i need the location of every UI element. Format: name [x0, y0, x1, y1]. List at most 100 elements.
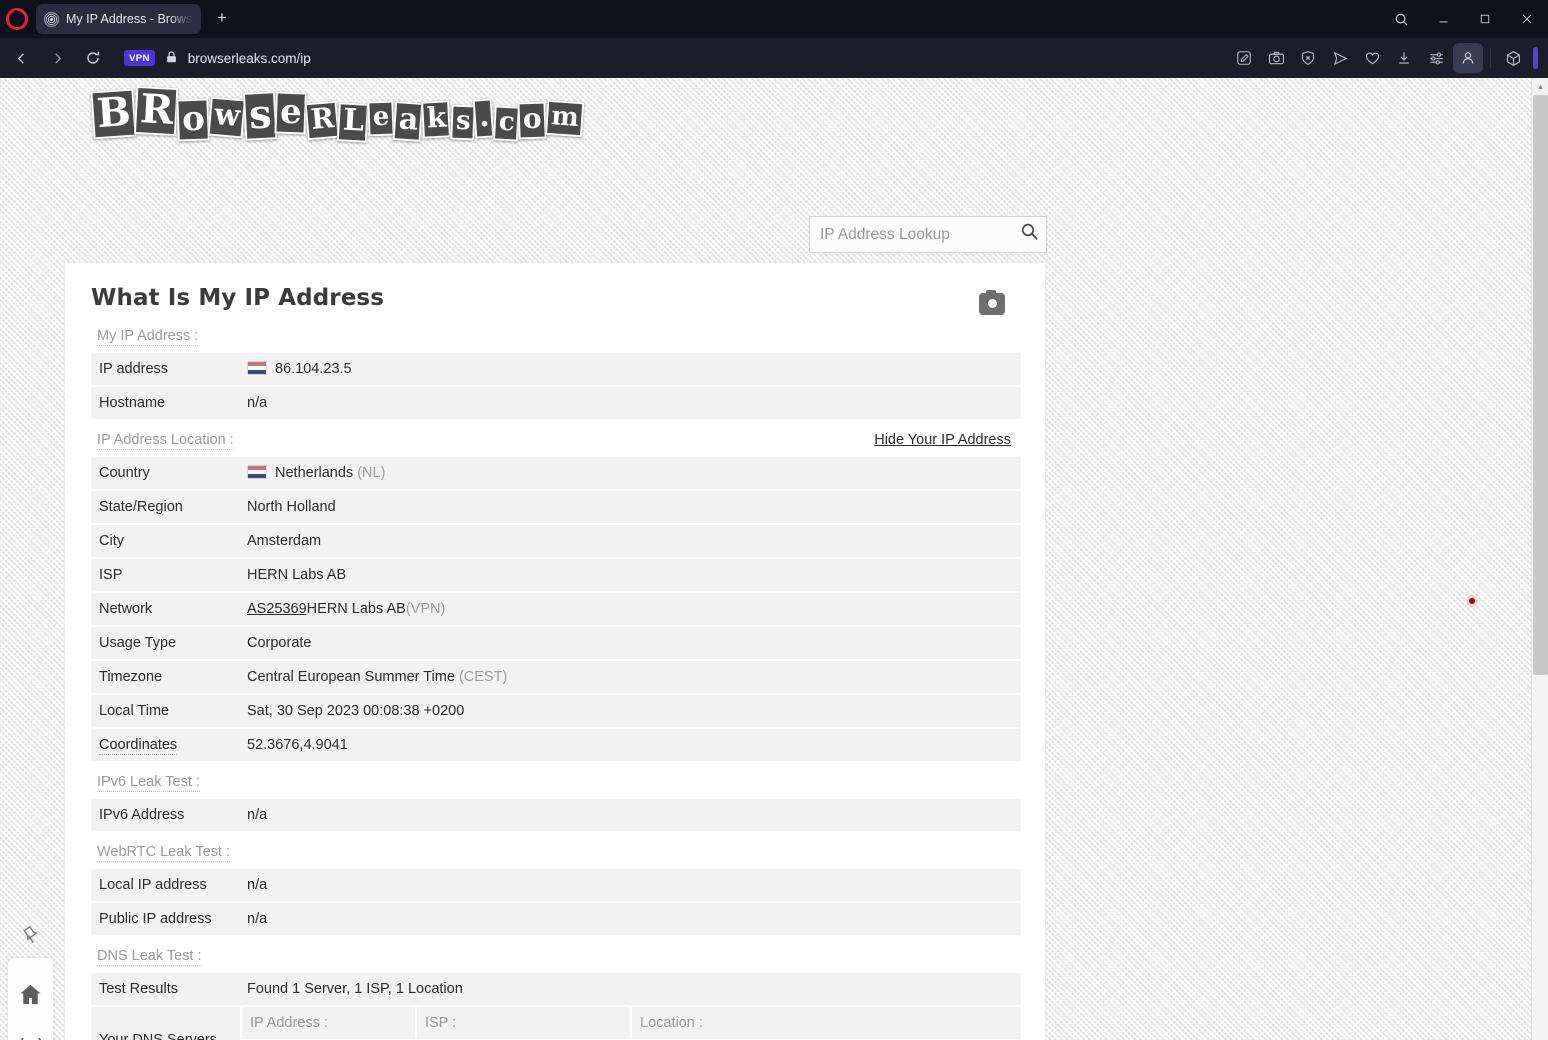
pin-icon[interactable]	[11, 921, 42, 958]
row-value-text: Found 1 Server, 1 ISP, 1 Location	[247, 981, 463, 997]
snapshot-edit-icon[interactable]	[1229, 43, 1259, 73]
scrollbar-thumb[interactable]	[1533, 95, 1548, 675]
row-label: Local Time	[99, 703, 170, 719]
table-row: Usage Type Corporate	[91, 626, 1021, 660]
reload-icon[interactable]	[78, 43, 108, 73]
row-value-text: 52.3676,4.9041	[247, 737, 348, 753]
row-label: City	[99, 533, 124, 549]
row-value: North Holland	[241, 490, 1021, 524]
table-ip-address-location: Country Netherlands (NL) State/Region North…	[91, 457, 1021, 761]
page-viewport: BRowseRLeaks.com What Is My IP Address M…	[0, 78, 1548, 1040]
row-label: Hostname	[99, 395, 166, 411]
profile-icon[interactable]	[1453, 43, 1483, 73]
downloads-icon[interactable]	[1389, 43, 1419, 73]
dns-servers-table: Your DNS Servers IP Address : ISP : Locatio…	[91, 1005, 1021, 1040]
workspace-cube-icon[interactable]	[1498, 43, 1528, 73]
row-label: Local IP address	[99, 877, 207, 893]
table-row: Network AS25369HERN Labs AB(VPN)	[91, 592, 1021, 626]
home-icon[interactable]	[11, 968, 51, 1020]
row-label: Network	[99, 601, 153, 617]
ip-report-card: What Is My IP Address My IP Address : IP …	[65, 263, 1045, 1040]
flow-send-icon[interactable]	[1325, 43, 1355, 73]
ip-lookup-search-box[interactable]	[809, 216, 1047, 253]
logo-letter: w	[207, 96, 246, 138]
browser-tab[interactable]: My IP Address - BrowserLeaks.com	[36, 4, 201, 34]
report-sections: My IP Address : IP address 86.104.23.5 Host…	[91, 315, 1021, 1040]
asn-link[interactable]: AS25369	[247, 601, 307, 617]
section-heading-label: DNS Leak Test :	[97, 948, 202, 966]
table-row: Local IP address n/a	[91, 869, 1021, 902]
search-icon[interactable]	[1020, 222, 1041, 247]
title-bar: My IP Address - BrowserLeaks.com +	[0, 0, 1548, 38]
hide-your-ip-address-link[interactable]: Hide Your IP Address	[874, 432, 1011, 448]
table-ipv6-leak-test: IPv6 Address n/a	[91, 799, 1021, 831]
table-row: City Amsterdam	[91, 524, 1021, 558]
maximize-icon[interactable]	[1464, 0, 1506, 38]
site-logo[interactable]: BRowseRLeaks.com	[90, 85, 584, 142]
address-bar-url[interactable]: browserleaks.com/ip	[188, 51, 311, 66]
scroll-up-arrow-icon[interactable]: ▲	[1532, 78, 1548, 95]
row-value-text: Central European Summer Time	[247, 669, 455, 685]
table-row: Country Netherlands (NL)	[91, 457, 1021, 490]
logo-letter: o	[517, 101, 547, 140]
padlock-icon[interactable]	[165, 50, 178, 67]
section-heading-ipv6-leak-test: IPv6 Leak Test :	[91, 761, 1021, 799]
camera-icon[interactable]	[1261, 43, 1291, 73]
table-row: IP address 86.104.23.5	[91, 353, 1021, 386]
site-dock	[8, 958, 53, 1040]
row-value-text: HERN Labs AB	[306, 601, 406, 617]
table-row: Public IP address n/a	[91, 902, 1021, 935]
new-tab-button[interactable]: +	[209, 6, 235, 32]
workspace-indicator[interactable]	[1533, 47, 1538, 69]
section-heading-my-ip-address: My IP Address :	[91, 315, 1021, 353]
row-value: n/a	[241, 799, 1021, 831]
row-value: AS25369HERN Labs AB(VPN)	[241, 592, 1021, 626]
section-heading-label: IP Address Location :	[97, 432, 234, 450]
row-value: n/a	[241, 869, 1021, 902]
page-scrollbar[interactable]: ▲	[1531, 78, 1548, 1040]
dns-column-header: Location :	[630, 1006, 1021, 1040]
row-value-suffix: (VPN)	[405, 601, 446, 617]
cursor-marker	[1469, 598, 1475, 604]
logo-letter: R	[304, 101, 340, 141]
row-label: ISP	[99, 567, 123, 583]
section-heading-label: My IP Address :	[97, 328, 199, 346]
minimize-icon[interactable]	[1422, 0, 1464, 38]
section-heading-ip-address-location: IP Address Location : Hide Your IP Addres…	[91, 419, 1021, 457]
table-row: ISP HERN Labs AB	[91, 558, 1021, 592]
row-value-text: Sat, 30 Sep 2023 00:08:38 +0200	[247, 703, 465, 719]
toolbar-divider	[1490, 48, 1491, 68]
logo-letter: o	[176, 98, 210, 142]
table-webrtc-leak-test: Local IP address n/a Public IP address n/a	[91, 869, 1021, 935]
search-icon[interactable]	[1380, 0, 1422, 38]
forward-arrow-icon[interactable]	[42, 43, 72, 73]
navigation-bar: VPN browserleaks.com/ip	[0, 38, 1548, 78]
easy-setup-icon[interactable]	[1421, 43, 1451, 73]
row-label: State/Region	[99, 499, 183, 515]
row-value-suffix: (CEST)	[454, 669, 508, 685]
vpn-badge[interactable]: VPN	[124, 50, 155, 66]
row-value-text: Netherlands	[275, 465, 354, 481]
row-label: Usage Type	[99, 635, 177, 651]
camera-icon[interactable]	[979, 290, 1005, 315]
section-heading-dns-leak-test: DNS Leak Test :	[91, 935, 1021, 973]
logo-letter: e	[367, 100, 395, 137]
row-value: Found 1 Server, 1 ISP, 1 Location	[241, 973, 1021, 1005]
ad-blocker-shield-icon[interactable]	[1293, 43, 1323, 73]
broadcast-icon[interactable]	[11, 1020, 51, 1040]
close-icon[interactable]	[1506, 0, 1548, 38]
row-label: Public IP address	[99, 911, 212, 927]
favorites-heart-icon[interactable]	[1357, 43, 1387, 73]
section-heading-webrtc-leak-test: WebRTC Leak Test :	[91, 831, 1021, 869]
row-value: Sat, 30 Sep 2023 00:08:38 +0200	[241, 694, 1021, 728]
page-title: What Is My IP Address	[91, 285, 384, 311]
row-value-text: 86.104.23.5	[275, 361, 352, 377]
logo-letter: k	[421, 100, 452, 139]
back-arrow-icon[interactable]	[6, 43, 36, 73]
table-row: State/Region North Holland	[91, 490, 1021, 524]
opera-logo-icon[interactable]	[6, 8, 28, 30]
logo-letter: L	[336, 101, 369, 142]
site-header: BRowseRLeaks.com	[0, 78, 1530, 173]
search-input[interactable]	[820, 225, 1020, 244]
netherlands-flag-icon	[247, 465, 267, 479]
